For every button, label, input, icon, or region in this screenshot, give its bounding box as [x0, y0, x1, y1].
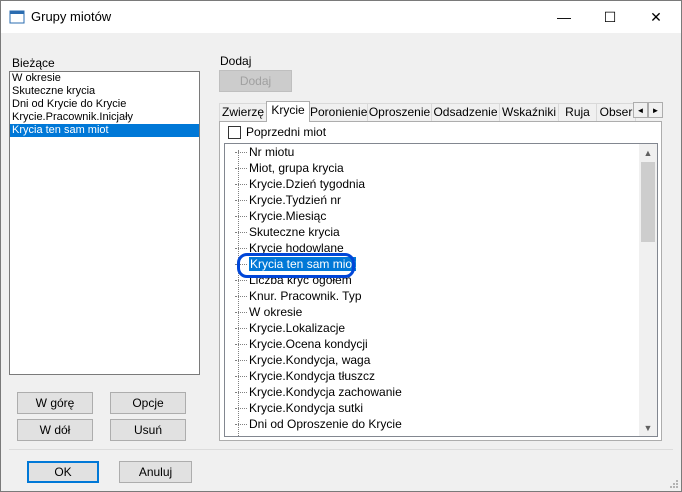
minimize-button[interactable]: —	[541, 1, 587, 33]
add-group-label: Dodaj	[220, 54, 252, 68]
remove-button[interactable]: Usuń	[110, 419, 186, 441]
tab-item[interactable]: Obser	[596, 103, 636, 122]
tree-branch-connector	[235, 360, 247, 362]
tree-item-label: Krycie.Miesiąc	[249, 209, 327, 223]
current-list-item[interactable]: Krycie.Pracownik.Inicjały	[10, 111, 199, 124]
tabs-scroll-right-button[interactable]: ►	[648, 102, 663, 118]
footer-separator	[9, 449, 673, 450]
current-list-item[interactable]: Krycia ten sam miot	[10, 124, 199, 137]
previous-litter-label[interactable]: Poprzedni miot	[246, 125, 326, 139]
available-fields-tree[interactable]: Nr miotu Miot, grupa krycia Krycie.Dzień t…	[224, 143, 658, 437]
options-button[interactable]: Opcje	[110, 392, 186, 414]
current-fields-list[interactable]: W okresie Skuteczne krycia Dni od Krycie d…	[9, 71, 200, 375]
tree-item-label: Nr miotu	[249, 145, 295, 159]
tree-branch-connector	[235, 392, 247, 394]
previous-litter-checkbox[interactable]	[228, 126, 241, 139]
tree-item[interactable]: Skuteczne krycia	[235, 224, 340, 240]
tree-item-label: Krycie.Ocena kondycji	[249, 337, 368, 351]
tree-branch-connector	[235, 216, 247, 218]
tree-branch-connector	[235, 376, 247, 378]
tree-item-label: Krycie.Lokalizacje	[249, 321, 346, 335]
tree-item[interactable]: Krycie.Tydzień nr	[235, 192, 341, 208]
tree-branch-connector	[235, 232, 247, 234]
tree-item[interactable]: Krycie.Dzień tygodnia	[235, 176, 365, 192]
annotation-highlight-ring	[237, 253, 355, 278]
tree-item[interactable]: Krycie.Lokalizacje	[235, 320, 345, 336]
tree-branch-connector	[235, 424, 247, 426]
tree-item[interactable]: Krycie.Kondycja zachowanie	[235, 384, 402, 400]
tree-branch-connector	[235, 344, 247, 346]
tree-vertical-scrollbar[interactable]: ▲ ▼	[639, 144, 657, 436]
tree-branch-connector	[235, 248, 247, 250]
tree-item-label: Krycie.Kondycja tłuszcz	[249, 369, 376, 383]
tree-branch-connector	[235, 280, 247, 282]
tree-item-label: Krycie.Tydzień nr	[249, 193, 342, 207]
scroll-thumb[interactable]	[641, 162, 655, 242]
tree-branch-connector	[235, 312, 247, 314]
tree-item-label: Dni od Oproszenie do Krycie	[249, 417, 402, 431]
tree-item-label: Knur. Pracownik. Typ	[249, 289, 362, 303]
tab-item[interactable]: Odsadzenie	[431, 103, 500, 122]
tree-item[interactable]: W okresie	[235, 304, 302, 320]
dialog-window: Grupy miotów — ☐ ✕ Bieżące W okresie Skut…	[0, 0, 682, 492]
cancel-button[interactable]: Anuluj	[119, 461, 192, 483]
tree-item[interactable]: Krycie.Miesiąc	[235, 208, 326, 224]
move-up-button[interactable]: W górę	[17, 392, 93, 414]
tree-item-label: Krycie.Kondycja sutki	[249, 401, 364, 415]
scroll-down-icon[interactable]: ▼	[639, 419, 657, 436]
resize-grip-icon[interactable]	[669, 479, 679, 489]
add-button[interactable]: Dodaj	[219, 70, 292, 92]
tree-branch-connector	[235, 168, 247, 170]
tree-item[interactable]: Knur. Pracownik. Typ	[235, 288, 362, 304]
current-list-item[interactable]: W okresie	[10, 72, 199, 85]
ok-button[interactable]: OK	[27, 461, 99, 483]
tree-item-label: Krycie.Kondycja, waga	[249, 353, 371, 367]
tab-item[interactable]: Ruja	[558, 103, 597, 122]
tree-item[interactable]: Krycie.Kondycja sutki	[235, 400, 363, 416]
tab-item[interactable]: Wskaźniki	[499, 103, 559, 122]
tree-item-label: W okresie	[249, 305, 303, 319]
window-title: Grupy miotów	[31, 9, 112, 24]
tree-item-label: Krycie.Dzień tygodnia	[249, 177, 366, 191]
current-group-label: Bieżące	[12, 56, 55, 70]
current-list-item[interactable]: Skuteczne krycia	[10, 85, 199, 98]
tree-branch-connector	[235, 296, 247, 298]
tab-item[interactable]: Zwierzę	[219, 103, 267, 122]
tree-item[interactable]: Dni od Oproszenie do Krycie	[235, 416, 402, 432]
tree-item-label: Skuteczne krycia	[249, 225, 340, 239]
maximize-button[interactable]: ☐	[587, 1, 633, 33]
current-list-item[interactable]: Dni od Krycie do Krycie	[10, 98, 199, 111]
title-bar[interactable]: Grupy miotów — ☐ ✕	[1, 1, 681, 33]
tab-item[interactable]: Oproszenie	[367, 103, 432, 122]
tree-item[interactable]: Krycie.Kondycja, waga	[235, 352, 370, 368]
tree-item[interactable]: Krycie.Kondycja tłuszcz	[235, 368, 375, 384]
tree-branch-connector	[235, 184, 247, 186]
category-tabs: Zwierzę Krycie Poronienie Oproszenie Odsadze…	[219, 101, 663, 122]
tab-item[interactable]: Krycie	[266, 101, 310, 122]
tree-item-label: Krycie.Kondycja zachowanie	[249, 385, 402, 399]
move-down-button[interactable]: W dół	[17, 419, 93, 441]
tab-item[interactable]: Poronienie	[309, 103, 368, 122]
tree-item[interactable]: Nr miotu	[235, 144, 294, 160]
tree-item[interactable]: Krycie.Ocena kondycji	[235, 336, 368, 352]
tree-branch-connector	[235, 408, 247, 410]
tabs-scroll-left-button[interactable]: ◄	[633, 102, 648, 118]
tree-item-label: Miot, grupa krycia	[249, 161, 344, 175]
app-window-icon	[9, 10, 25, 24]
close-button[interactable]: ✕	[633, 1, 679, 33]
tree-item[interactable]: Miot, grupa krycia	[235, 160, 344, 176]
tree-branch-connector	[235, 200, 247, 202]
tree-branch-connector	[235, 152, 247, 154]
tree-branch-connector	[235, 328, 247, 330]
scroll-up-icon[interactable]: ▲	[639, 144, 657, 161]
